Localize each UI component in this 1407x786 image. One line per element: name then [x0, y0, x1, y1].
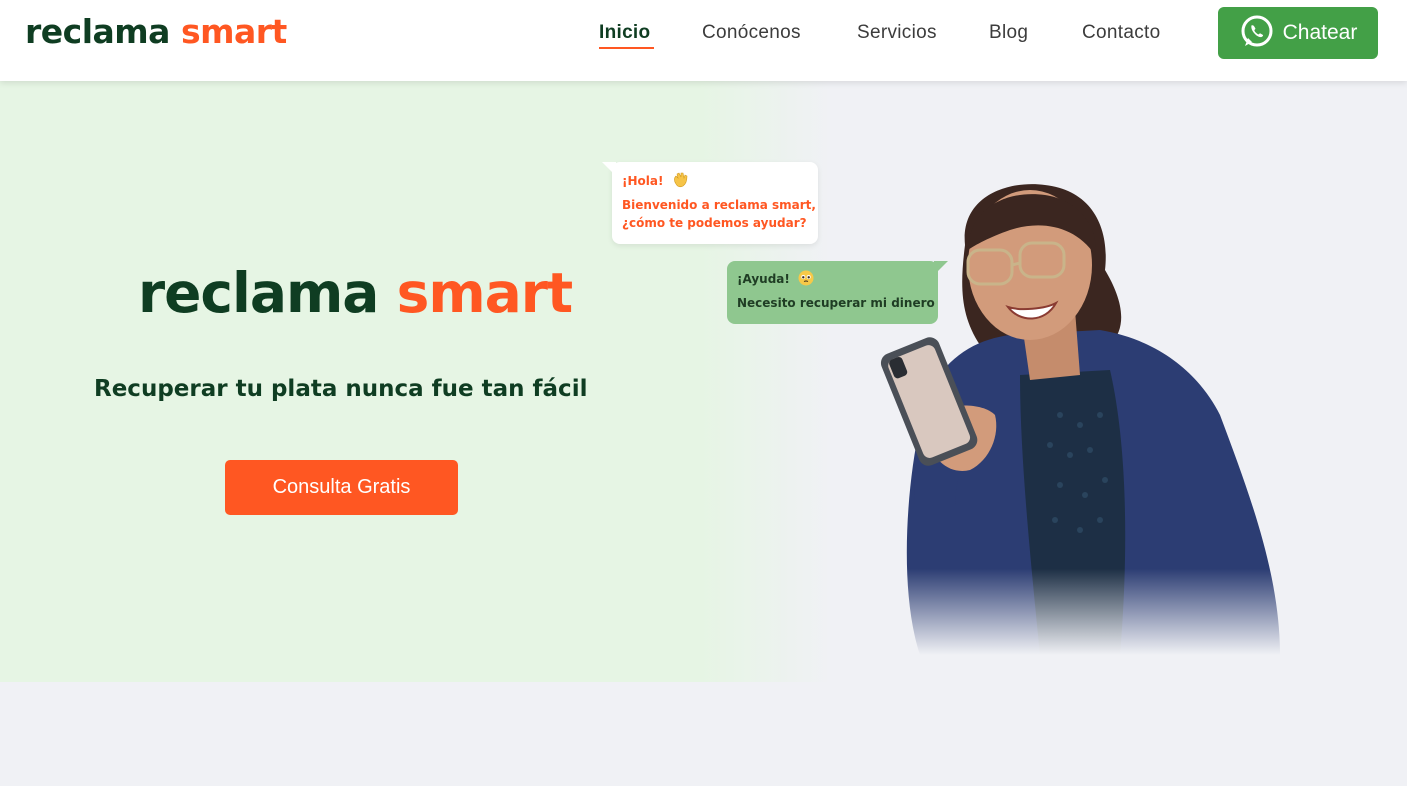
nav-contacto[interactable]: Contacto: [1082, 21, 1160, 45]
nav-active-underline: [599, 47, 654, 49]
site-header: reclama smart Inicio Conócenos Servicios…: [0, 0, 1407, 81]
bubble-outgoing-message: Necesito recuperar mi dinero: [737, 296, 935, 310]
bubble-incoming-line2: ¿cómo te podemos ayudar?: [622, 216, 807, 230]
nav-inicio[interactable]: Inicio: [599, 21, 650, 45]
chat-bubble-incoming: ¡Hola! Bienvenido a reclama smart, ¿cómo…: [602, 162, 818, 244]
whatsapp-icon: [1239, 14, 1275, 53]
hero-tagline: Recuperar tu plata nunca fue tan fácil: [94, 376, 588, 402]
consulta-gratis-button[interactable]: Consulta Gratis: [225, 460, 458, 515]
pleading-face-emoji-icon: [798, 270, 814, 286]
bubble-greeting-ayuda: ¡Ayuda!: [737, 272, 790, 286]
waving-hand-emoji-icon: [672, 172, 688, 188]
hero-logo-word-smart: smart: [396, 261, 574, 325]
chat-bubble-outgoing: ¡Ayuda! Necesito recuperar mi dinero: [727, 261, 948, 324]
chat-button-label: Chatear: [1282, 21, 1358, 44]
logo-word-smart: smart: [180, 12, 287, 51]
nav-blog[interactable]: Blog: [989, 21, 1028, 45]
header-logo[interactable]: reclama smart: [25, 12, 287, 52]
logo-word-reclama: reclama: [25, 12, 170, 51]
bubble-incoming-line1: Bienvenido a reclama smart,: [622, 198, 816, 212]
nav-conocenos[interactable]: Conócenos: [702, 21, 801, 45]
nav-servicios[interactable]: Servicios: [857, 21, 937, 45]
bubble-greeting-hola: ¡Hola!: [622, 174, 664, 188]
chat-whatsapp-button[interactable]: Chatear: [1218, 7, 1378, 59]
woman-with-phone-image: [860, 175, 1290, 655]
hero-logo-word-reclama: reclama: [138, 261, 379, 325]
hero-logo: reclama smart: [138, 258, 574, 328]
